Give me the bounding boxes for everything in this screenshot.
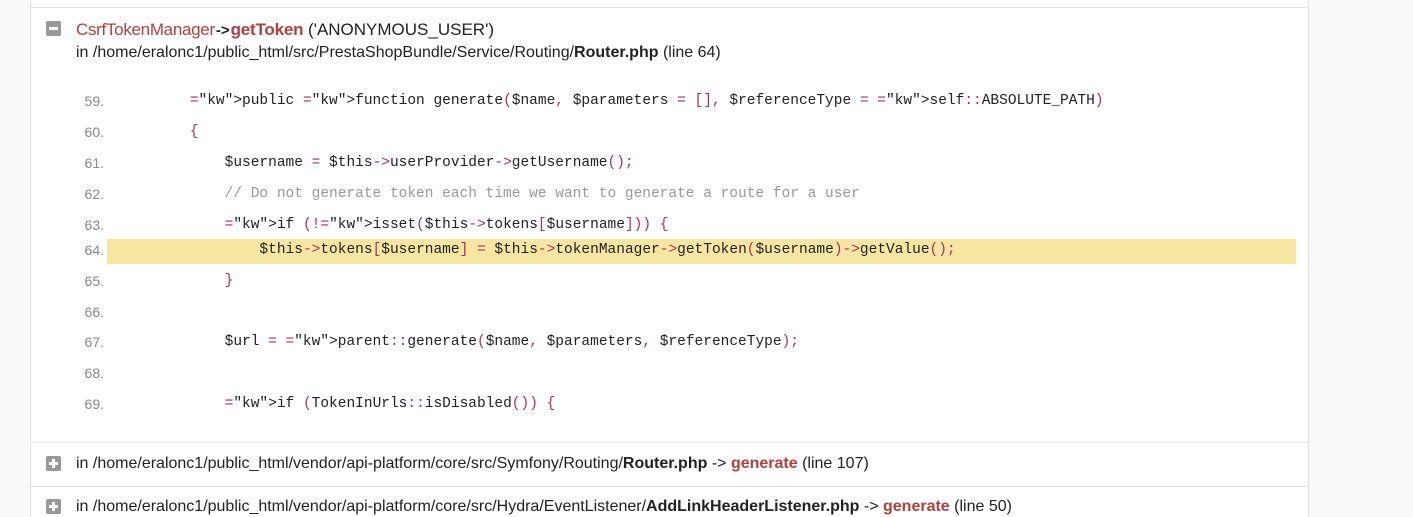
code-line: 61. $username = $this->userProvider->get…	[76, 152, 1296, 175]
code-line: 68.	[76, 362, 1296, 385]
code-line: 69. ="kw">if (TokenInUrls::isDisabled())…	[76, 393, 1296, 416]
code-line: 62. // Do not generate token each time w…	[76, 183, 1296, 206]
frame-file-name: Router.php	[622, 455, 708, 472]
trace-class: CsrfTokenManager	[76, 20, 215, 39]
expand-icon[interactable]	[46, 456, 61, 471]
frame-line-info: (line 107)	[802, 455, 869, 472]
line-number: 68.	[84, 365, 104, 381]
code-line: 65. }	[76, 270, 1296, 293]
line-number: 63.	[84, 217, 104, 233]
trace-line-info: (line 64)	[662, 44, 721, 61]
collapse-icon[interactable]	[46, 21, 61, 36]
line-number: 69.	[84, 396, 104, 412]
line-number: 64.	[84, 242, 104, 258]
frame-path-prefix: in /home/eralonc1/public_html/vendor/api…	[76, 455, 623, 472]
trace-frame-1[interactable]: in /home/eralonc1/public_html/vendor/api…	[76, 455, 869, 473]
code-line: 67. $url = ="kw">parent::generate($name,…	[76, 331, 1296, 354]
line-source: ="kw">public ="kw">function generate($na…	[189, 93, 1104, 109]
divider	[31, 486, 1308, 487]
line-source: $username = $this->userProvider->getUser…	[155, 155, 634, 171]
line-source: {	[189, 124, 199, 140]
trace-file-path: in /home/eralonc1/public_html/src/Presta…	[76, 44, 721, 62]
divider	[31, 7, 1308, 8]
trace-file-name: Router.php	[574, 44, 659, 61]
line-source: $this->tokens[$username] = $this->tokenM…	[155, 242, 956, 258]
line-source: ="kw">if (TokenInUrls::isDisabled()) {	[224, 396, 556, 412]
line-number: 62.	[84, 186, 104, 202]
trace-arrow: ->	[215, 22, 230, 39]
frame-arrow: ->	[863, 498, 879, 515]
divider	[31, 442, 1308, 443]
line-source: // Do not generate token each time we wa…	[155, 186, 860, 202]
line-number: 60.	[84, 124, 104, 140]
code-line: 60. {	[76, 121, 1296, 144]
code-line: 59. ="kw">public ="kw">function generate…	[76, 90, 1296, 113]
frame-file-name: AddLinkHeaderListener.php	[646, 498, 860, 515]
line-number: 66.	[84, 304, 104, 320]
line-source: ="kw">if (!="kw">isset($this->tokens[$us…	[224, 217, 669, 233]
line-source: }	[224, 273, 234, 289]
line-number: 61.	[84, 155, 104, 171]
line-source: $url = ="kw">parent::generate($name, $pa…	[155, 334, 799, 350]
stack-trace-panel: CsrfTokenManager->getToken ('ANONYMOUS_U…	[30, 0, 1309, 517]
frame-arrow: ->	[711, 455, 727, 472]
trace-method: getToken	[230, 20, 304, 39]
trace-args: ('ANONYMOUS_USER')	[308, 20, 494, 39]
line-number: 59.	[84, 93, 104, 109]
trace-call: CsrfTokenManager->getToken ('ANONYMOUS_U…	[76, 20, 494, 40]
trace-path-prefix: in /home/eralonc1/public_html/src/Presta…	[76, 44, 575, 61]
code-line: 63. ="kw">if (!="kw">isset($this->tokens…	[76, 214, 1296, 237]
frame-path-prefix: in /home/eralonc1/public_html/vendor/api…	[76, 498, 647, 515]
expand-icon[interactable]	[46, 499, 61, 514]
trace-frame-2[interactable]: in /home/eralonc1/public_html/vendor/api…	[76, 498, 1012, 516]
line-number: 65.	[84, 273, 104, 289]
code-line: 66.	[76, 301, 1296, 324]
frame-method: generate	[883, 498, 950, 515]
code-line-highlighted: 64. $this->tokens[$username] = $this->to…	[76, 239, 1296, 264]
frame-method: generate	[730, 455, 798, 472]
line-number: 67.	[84, 334, 104, 350]
frame-line-info: (line 50)	[954, 498, 1012, 515]
